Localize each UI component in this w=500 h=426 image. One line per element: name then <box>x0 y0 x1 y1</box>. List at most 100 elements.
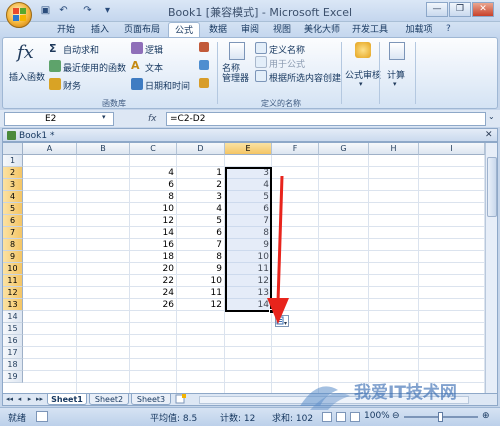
row-header-4[interactable]: 4 <box>3 191 23 203</box>
fx-button[interactable]: fx <box>118 112 164 126</box>
column-header-b[interactable]: B <box>77 143 130 155</box>
cell-c10[interactable]: 20 <box>130 263 177 275</box>
cell-d7[interactable]: 6 <box>177 227 225 239</box>
tab-view[interactable]: 视图 <box>268 22 296 38</box>
cell-d13[interactable]: 12 <box>177 299 225 311</box>
row-header-10[interactable]: 10 <box>3 263 23 275</box>
column-header-e[interactable]: E <box>225 143 272 155</box>
name-box-dropdown-icon[interactable]: ▾ <box>102 113 106 121</box>
column-header-g[interactable]: G <box>319 143 369 155</box>
row-header-19[interactable]: 19 <box>3 371 23 383</box>
math-icon[interactable] <box>199 60 209 70</box>
cell-c9[interactable]: 18 <box>130 251 177 263</box>
formula-input[interactable]: =C2-D2 <box>166 112 486 126</box>
page-break-view-icon[interactable] <box>350 412 360 422</box>
calculation-button[interactable]: 计算 ▾ <box>383 42 413 94</box>
prev-sheet-icon[interactable]: ◂ <box>15 395 24 404</box>
cell-c5[interactable]: 10 <box>130 203 177 215</box>
cell-c6[interactable]: 12 <box>130 215 177 227</box>
workbook-close-icon[interactable]: ✕ <box>485 130 493 140</box>
cell-d12[interactable]: 11 <box>177 287 225 299</box>
cell-d5[interactable]: 4 <box>177 203 225 215</box>
tab-review[interactable]: 审阅 <box>236 22 264 38</box>
close-button[interactable]: ✕ <box>472 2 494 17</box>
workbook-tab[interactable]: Book1 * <box>19 130 79 142</box>
row-header-12[interactable]: 12 <box>3 287 23 299</box>
restore-button[interactable]: ❐ <box>449 2 471 17</box>
cell-c11[interactable]: 22 <box>130 275 177 287</box>
cell-c13[interactable]: 26 <box>130 299 177 311</box>
sheet-tab-2[interactable]: Sheet2 <box>89 394 129 405</box>
lookup-icon[interactable] <box>199 42 209 52</box>
define-name-button[interactable]: 定义名称 <box>255 42 325 56</box>
autosum-button[interactable]: Σ 自动求和 <box>49 42 125 56</box>
column-header-c[interactable]: C <box>130 143 177 155</box>
scroll-thumb[interactable] <box>487 157 497 217</box>
row-header-2[interactable]: 2 <box>3 167 23 179</box>
cell-c4[interactable]: 8 <box>130 191 177 203</box>
undo-icon[interactable]: ↶ <box>56 4 71 18</box>
sheet-tab-3[interactable]: Sheet3 <box>131 394 171 405</box>
save-icon[interactable]: ▣ <box>38 4 53 18</box>
office-button[interactable] <box>6 2 32 28</box>
tab-insert[interactable]: 插入 <box>86 22 114 38</box>
tab-addins[interactable]: 加载项 <box>398 22 440 38</box>
row-header-14[interactable]: 14 <box>3 311 23 323</box>
tab-developer[interactable]: 开发工具 <box>348 22 392 38</box>
insert-function-button[interactable]: fx 插入函数 <box>9 42 45 86</box>
cell-d8[interactable]: 7 <box>177 239 225 251</box>
financial-button[interactable]: 财务 <box>49 78 99 92</box>
expand-formula-icon[interactable]: ⌄ <box>488 112 495 121</box>
redo-icon[interactable]: ↷ <box>80 4 95 18</box>
tab-home[interactable]: 开始 <box>50 22 82 38</box>
column-header-d[interactable]: D <box>177 143 225 155</box>
next-sheet-icon[interactable]: ▸ <box>25 395 34 404</box>
row-header-7[interactable]: 7 <box>3 227 23 239</box>
macro-record-icon[interactable] <box>36 411 48 422</box>
text-button[interactable]: A 文本 <box>131 59 191 74</box>
tab-data[interactable]: 数据 <box>204 22 232 38</box>
sheet-tab-1[interactable]: Sheet1 <box>47 394 87 405</box>
cell-c8[interactable]: 16 <box>130 239 177 251</box>
cell-c7[interactable]: 14 <box>130 227 177 239</box>
logical-button[interactable]: 逻辑 <box>131 42 191 56</box>
row-header-3[interactable]: 3 <box>3 179 23 191</box>
vertical-scrollbar[interactable] <box>485 143 497 393</box>
zoom-slider[interactable] <box>404 412 478 422</box>
cell-d10[interactable]: 9 <box>177 263 225 275</box>
cell-c12[interactable]: 24 <box>130 287 177 299</box>
tab-page-layout[interactable]: 页面布局 <box>118 22 166 38</box>
cell-d11[interactable]: 10 <box>177 275 225 287</box>
column-header-h[interactable]: H <box>369 143 419 155</box>
row-header-17[interactable]: 17 <box>3 347 23 359</box>
zoom-out-icon[interactable]: ⊖ <box>392 411 400 421</box>
normal-view-icon[interactable] <box>322 412 332 422</box>
row-header-1[interactable]: 1 <box>3 155 23 167</box>
first-sheet-icon[interactable]: ◂◂ <box>5 395 14 404</box>
formula-auditing-button[interactable]: 公式审核 ▾ <box>345 42 381 94</box>
column-header-a[interactable]: A <box>23 143 77 155</box>
minimize-button[interactable]: — <box>426 2 448 17</box>
create-from-selection-button[interactable]: 根据所选内容创建 <box>255 70 341 84</box>
help-icon[interactable]: ? <box>446 24 451 34</box>
recent-functions-button[interactable]: 最近使用的函数 <box>49 60 129 74</box>
insert-sheet-icon[interactable] <box>175 394 189 405</box>
cell-c2[interactable]: 4 <box>130 167 177 179</box>
last-sheet-icon[interactable]: ▸▸ <box>35 395 44 404</box>
zoom-slider-thumb[interactable] <box>438 412 443 422</box>
name-manager-button[interactable]: 名称 管理器 <box>221 42 251 94</box>
column-header-i[interactable]: I <box>419 143 485 155</box>
more-functions-icon[interactable] <box>199 78 209 88</box>
row-header-8[interactable]: 8 <box>3 239 23 251</box>
row-header-11[interactable]: 11 <box>3 275 23 287</box>
datetime-button[interactable]: 日期和时间 <box>131 78 199 92</box>
page-layout-view-icon[interactable] <box>336 412 346 422</box>
row-header-15[interactable]: 15 <box>3 323 23 335</box>
customize-icon[interactable]: ▾ <box>100 4 115 18</box>
cell-d3[interactable]: 2 <box>177 179 225 191</box>
cell-c3[interactable]: 6 <box>130 179 177 191</box>
select-all-corner[interactable] <box>3 143 23 155</box>
cell-d9[interactable]: 8 <box>177 251 225 263</box>
use-in-formula-button[interactable]: 用于公式 <box>255 56 325 70</box>
column-header-f[interactable]: F <box>272 143 319 155</box>
